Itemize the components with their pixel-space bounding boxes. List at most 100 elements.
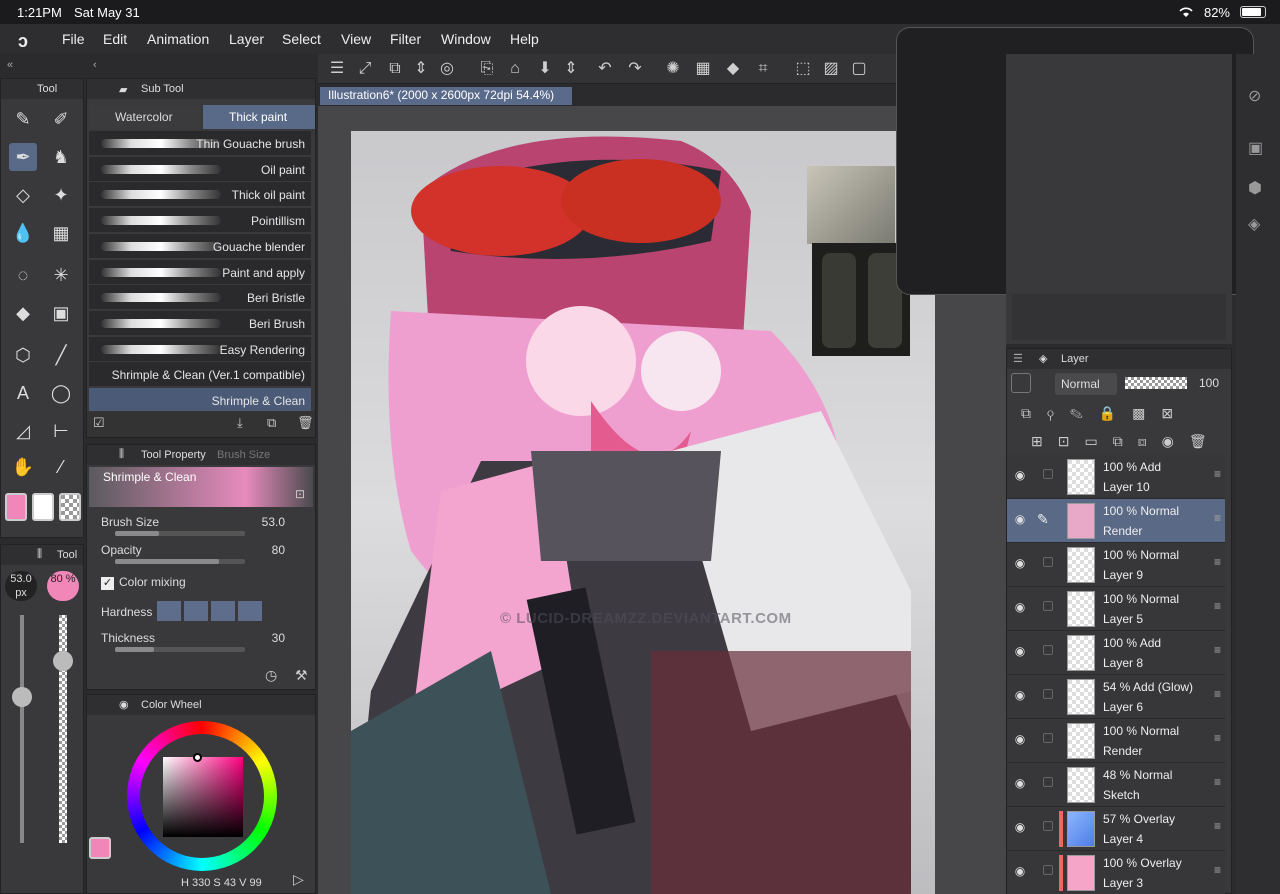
layer-checkbox[interactable]	[1043, 733, 1053, 743]
layer-row[interactable]: ◉ 100 % Overlay Layer 3 ≡	[1007, 851, 1225, 894]
layer-menu-icon[interactable]: ≡	[1214, 511, 1221, 525]
prop-color-mixing[interactable]: ✓ Color mixing	[101, 575, 307, 590]
eye-icon[interactable]: ◉	[1013, 600, 1027, 614]
frame-icon[interactable]: ▢	[848, 59, 870, 79]
layer-row[interactable]: ◉ 57 % Overlay Layer 4 ≡	[1007, 807, 1225, 851]
main-color-swatch[interactable]	[5, 493, 27, 521]
layer-row[interactable]: ◉ 100 % Normal Render ≡	[1007, 719, 1225, 763]
eye-icon[interactable]: ◉	[1013, 468, 1027, 482]
app-logo-icon[interactable]: ↄ	[18, 31, 28, 52]
layer-menu-icon[interactable]: ≡	[1214, 555, 1221, 569]
brush-item[interactable]: Gouache blender	[89, 233, 311, 259]
layer-row[interactable]: ◉ 100 % Add Layer 8 ≡	[1007, 631, 1225, 675]
menu-select[interactable]: Select	[282, 31, 321, 47]
hardness-step-4[interactable]	[238, 601, 262, 621]
fit-canvas-icon[interactable]: ⤢	[354, 59, 376, 79]
menu-filter[interactable]: Filter	[390, 31, 421, 47]
layer-menu-icon[interactable]: ≡	[1214, 731, 1221, 745]
document-tab[interactable]: Illustration6* (2000 x 2600px 72dpi 54.4…	[320, 87, 572, 105]
brush-item[interactable]: Beri Bristle	[89, 285, 311, 311]
grid-icon[interactable]: ▦	[47, 219, 75, 247]
layer-menu-icon[interactable]: ≡	[1214, 599, 1221, 613]
eye-icon[interactable]: ◉	[1013, 644, 1027, 658]
ruler-icon[interactable]: ⊢	[47, 417, 75, 445]
chevron-updown-icon[interactable]: ⇕	[410, 59, 432, 79]
text-icon[interactable]: A	[9, 379, 37, 407]
layer-row[interactable]: ◉ 54 % Add (Glow) Layer 6 ≡	[1007, 675, 1225, 719]
menu-window[interactable]: Window	[441, 31, 491, 47]
layer-opacity-slider[interactable]	[1125, 377, 1187, 389]
transparent-color-swatch[interactable]	[59, 493, 81, 521]
search-icon[interactable]: ⊘	[1248, 86, 1261, 106]
nav-icon[interactable]: ▣	[1248, 138, 1263, 158]
draft-icon[interactable]: ✎	[1070, 405, 1099, 421]
loading-icon[interactable]: ✺	[662, 59, 684, 79]
sv-picker-handle[interactable]	[193, 753, 202, 762]
balloon-icon[interactable]: ◯	[47, 379, 75, 407]
crop-icon[interactable]: ⌗	[752, 59, 774, 79]
brush-item[interactable]: Thick oil paint	[89, 182, 311, 208]
brush-item[interactable]: Oil paint	[89, 156, 311, 182]
hand-icon[interactable]: ✋	[9, 453, 37, 481]
layer-checkbox[interactable]	[1043, 469, 1053, 479]
marker-icon[interactable]: ✐	[47, 105, 75, 133]
layer-menu-icon[interactable]: ≡	[1214, 643, 1221, 657]
collapse-icon[interactable]: «	[7, 59, 13, 71]
move-3d-icon[interactable]: ⬡	[9, 341, 37, 369]
reset-icon[interactable]: ◷	[265, 667, 277, 684]
layer-checkbox[interactable]	[1043, 557, 1053, 567]
layer-row[interactable]: ◉ 100 % Add Layer 10 ≡	[1007, 455, 1225, 499]
prop-hardness[interactable]: Hardness	[101, 601, 307, 621]
sparkle-icon[interactable]: ✦	[47, 181, 75, 209]
main-color-chip[interactable]	[89, 837, 111, 859]
brush-icon[interactable]: ✒	[9, 143, 37, 171]
copy-layer-icon[interactable]: ⧉	[1113, 433, 1138, 449]
layers-icon[interactable]: ◈	[1248, 214, 1260, 234]
magic-wand-icon[interactable]: ✳	[47, 261, 75, 289]
line-icon[interactable]: ╱	[47, 341, 75, 369]
eye-icon[interactable]: ◉	[1013, 512, 1027, 526]
chevron-updown-icon-2[interactable]: ⇕	[560, 59, 582, 79]
duplicate-icon[interactable]: ⧉	[267, 415, 276, 431]
thickness-slider[interactable]	[115, 647, 245, 652]
clear-icon[interactable]: ▦	[692, 59, 714, 79]
menu-edit[interactable]: Edit	[103, 31, 127, 47]
layer-checkbox[interactable]	[1043, 865, 1053, 875]
blend-mode-select[interactable]: Normal	[1055, 373, 1117, 395]
back-icon[interactable]: ‹	[93, 59, 97, 71]
layer-row[interactable]: ◉ ✎ 100 % Normal Render ≡	[1007, 499, 1225, 543]
brush-item[interactable]: Easy Rendering	[89, 336, 311, 362]
menu-layer[interactable]: Layer	[229, 31, 264, 47]
save-icon[interactable]: ⬇	[534, 59, 556, 79]
material-icon[interactable]: ⬢	[1248, 178, 1262, 198]
wrench-icon[interactable]: ⚒	[295, 667, 308, 684]
lock-icon[interactable]: ⊡	[295, 487, 305, 501]
reference-image-helmet[interactable]	[807, 166, 895, 244]
merge-layer-icon[interactable]: ⧈	[1138, 433, 1162, 449]
hardness-step-3[interactable]	[211, 601, 235, 621]
zoom-icon[interactable]: ⧉	[384, 59, 406, 79]
frame-border-icon[interactable]: ◿	[9, 417, 37, 445]
eye-icon[interactable]: ◉	[1013, 776, 1027, 790]
redo-icon[interactable]: ↷	[624, 59, 646, 79]
blend-preview-box[interactable]	[1011, 373, 1031, 393]
reference-icon[interactable]: ⚲	[1047, 405, 1070, 421]
prop-thickness[interactable]: Thickness 30	[101, 631, 307, 652]
prop-opacity[interactable]: Opacity 80	[101, 543, 307, 564]
layer-menu-icon[interactable]: ≡	[1214, 863, 1221, 877]
brush-size-slider[interactable]	[115, 531, 245, 536]
lasso-icon[interactable]: ◌	[9, 261, 37, 289]
opacity-slider-handle[interactable]	[53, 651, 73, 671]
brush-item[interactable]: Shrimple & Clean (Ver.1 compatible)	[89, 362, 311, 388]
tab-thick-paint[interactable]: Thick paint	[203, 105, 315, 129]
blend-icon[interactable]: 💧	[9, 219, 37, 247]
layer-checkbox[interactable]	[1043, 777, 1053, 787]
gradient-icon[interactable]: ▣	[47, 299, 75, 327]
invert-icon[interactable]: ▨	[820, 59, 842, 79]
brush-item[interactable]: Pointillism	[89, 208, 311, 234]
size-slider-handle[interactable]	[12, 687, 32, 707]
eraser-icon[interactable]: ◇	[9, 181, 37, 209]
menu-view[interactable]: View	[341, 31, 371, 47]
airbrush-icon[interactable]: ♞	[47, 143, 75, 171]
trash-icon[interactable]: 🗑	[297, 415, 314, 431]
